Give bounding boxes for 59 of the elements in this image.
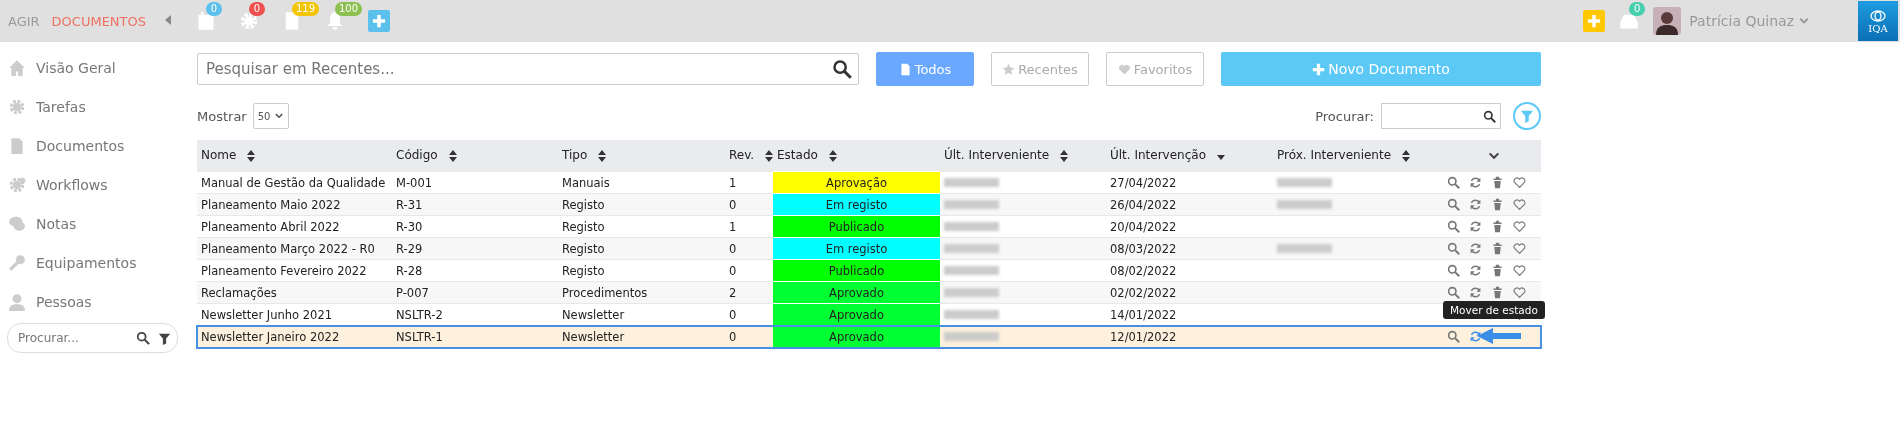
status-cell: Publicado — [773, 259, 940, 282]
status-cell: Aprovado — [773, 281, 940, 304]
table-cell: 08/02/2022 — [1110, 263, 1177, 278]
table-cell: Newsletter — [562, 307, 625, 322]
table-cell: 0 — [729, 307, 737, 322]
table-cell: R-29 — [396, 241, 423, 256]
table-cell: Reclamações — [201, 285, 277, 300]
table-cell: 1 — [729, 175, 737, 190]
table-cell: P-007 — [396, 285, 429, 300]
table-cell: Registo — [562, 197, 605, 212]
table-cell: 0 — [729, 197, 737, 212]
status-cell: Aprovação — [773, 171, 940, 194]
count-badge: 100 — [335, 2, 363, 16]
table-cell: Registo — [562, 219, 605, 234]
table-cell: 12/01/2022 — [1110, 329, 1177, 344]
count-badge: 0 — [1629, 2, 1646, 16]
table-cell: 14/01/2022 — [1110, 307, 1177, 322]
table-cell: NSLTR-1 — [396, 329, 443, 344]
table-cell: Planeamento Abril 2022 — [201, 219, 340, 234]
show-label: Mostrar — [197, 108, 247, 124]
table-cell: Planeamento Maio 2022 — [201, 197, 341, 212]
brand-text: DOCUMENTOS — [51, 13, 147, 29]
table-cell: Manuais — [562, 175, 610, 190]
table-cell: 0 — [729, 329, 737, 344]
table-cell: Procedimentos — [562, 285, 648, 300]
logo-text: IQA — [1868, 22, 1888, 34]
table-cell: Registo — [562, 241, 605, 256]
brand-text: AGIR — [8, 13, 40, 29]
table-cell: 08/03/2022 — [1110, 241, 1177, 256]
table-cell: Newsletter — [562, 329, 625, 344]
table-cell: 02/02/2022 — [1110, 285, 1177, 300]
table-cell: Planeamento Fevereiro 2022 — [201, 263, 367, 278]
table-cell: Newsletter Junho 2021 — [201, 307, 333, 322]
tooltip: Mover de estado — [1443, 301, 1545, 319]
status-cell: Em registo — [773, 237, 940, 260]
table-cell: 0 — [729, 241, 737, 256]
table-cell: 1 — [729, 219, 737, 234]
count-badge: 119 — [292, 2, 320, 16]
table-cell: 2 — [729, 285, 737, 300]
table-cell: Registo — [562, 263, 605, 278]
table-cell: Planeamento Março 2022 - R0 — [201, 241, 375, 256]
table-cell: M-001 — [396, 175, 433, 190]
table-cell: R-30 — [396, 219, 423, 234]
table-cell: Newsletter Janeiro 2022 — [201, 329, 340, 344]
table-cell: Manual de Gestão da Qualidade — [201, 175, 386, 190]
status-cell: Publicado — [773, 215, 940, 238]
table-cell: 20/04/2022 — [1110, 219, 1177, 234]
table-cell: 0 — [729, 263, 737, 278]
table-cell: 27/04/2022 — [1110, 175, 1177, 190]
table-cell: R-28 — [396, 263, 423, 278]
count-badge: 0 — [249, 2, 265, 16]
status-cell: Aprovado — [773, 303, 940, 326]
table-cell: 26/04/2022 — [1110, 197, 1177, 212]
status-cell: Em registo — [773, 193, 940, 216]
count-badge: 0 — [206, 2, 222, 16]
table-cell: NSLTR-2 — [396, 307, 443, 322]
status-cell: Aprovado — [773, 325, 940, 348]
table-cell: R-31 — [396, 197, 423, 212]
search-label: Procurar: — [1315, 108, 1374, 124]
